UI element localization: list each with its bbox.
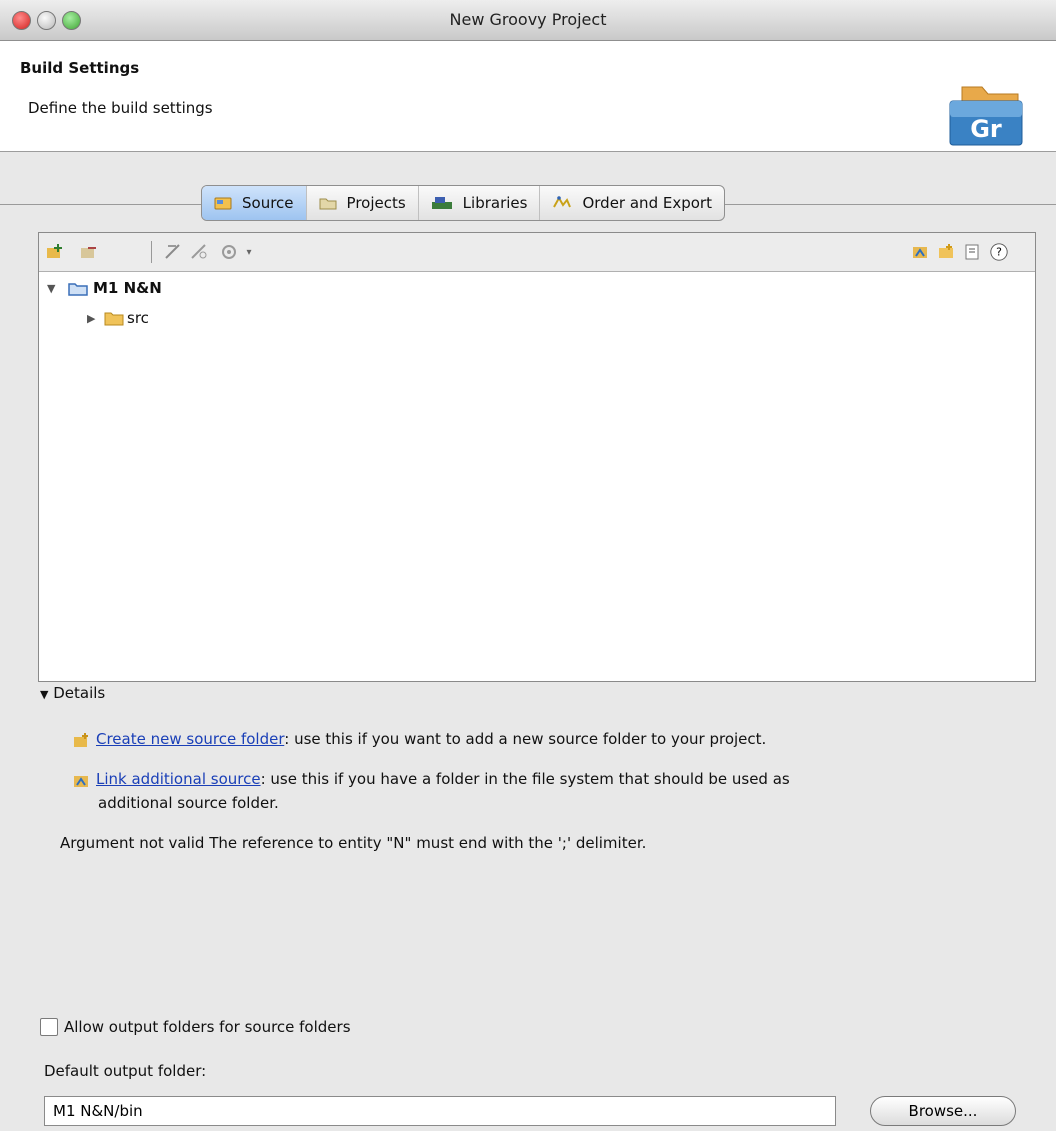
tab-libraries-label: Libraries (462, 194, 528, 212)
groovy-icon-text: Gr (970, 115, 1002, 143)
default-output-folder-input[interactable] (44, 1096, 836, 1126)
configure-output-icon[interactable] (219, 242, 239, 262)
allow-output-folders-label: Allow output folders for source folders (64, 1018, 351, 1036)
tab-projects[interactable]: Projects (307, 186, 419, 220)
help-icon[interactable]: ? (989, 242, 1009, 262)
link-additional-source-link[interactable]: Link additional source (96, 770, 261, 788)
expand-arrow-icon: ▼ (40, 688, 49, 701)
svg-text:?: ? (996, 246, 1002, 259)
toolbar-separator (151, 241, 152, 263)
class-folder-icon[interactable] (963, 242, 983, 262)
edit-filters-icon[interactable] (163, 242, 183, 262)
tab-order-export-label: Order and Export (582, 194, 712, 212)
source-tree-panel: ▾ ? ▼ M1 N&N ▶ src (38, 232, 1036, 682)
new-folder-icon[interactable] (937, 242, 957, 262)
error-message: Argument not valid The reference to enti… (60, 834, 647, 852)
tab-order-export[interactable]: Order and Export (540, 186, 724, 220)
tab-projects-label: Projects (346, 194, 406, 212)
source-folder-icon (104, 312, 124, 326)
source-folder-icon (214, 197, 232, 210)
window-title: New Groovy Project (449, 10, 607, 29)
tree-item-src[interactable]: ▶ src (87, 309, 149, 327)
details-heading: Details (53, 684, 106, 702)
order-export-icon (553, 195, 572, 208)
projects-icon (319, 198, 337, 210)
banner-title: Build Settings (20, 59, 140, 77)
browse-button[interactable]: Browse... (870, 1096, 1016, 1126)
title-bar: New Groovy Project (0, 0, 1056, 41)
collapsed-arrow-icon[interactable]: ▶ (87, 312, 101, 325)
create-source-folder-link[interactable]: Create new source folder (96, 730, 284, 748)
project-icon (68, 283, 88, 296)
groovy-project-icon: Gr (949, 86, 1023, 146)
link-source-icon[interactable] (911, 242, 931, 262)
tab-bar: Source Projects Libraries Order and Expo… (201, 185, 725, 221)
create-source-row: Create new source folder: use this if yo… (72, 728, 766, 750)
wizard-banner: Build Settings Define the build settings… (0, 41, 1056, 152)
chevron-down-icon[interactable]: ▾ (239, 242, 259, 262)
add-source-folder-icon[interactable] (45, 242, 65, 262)
tab-source-label: Source (242, 194, 294, 212)
tab-source[interactable]: Source (202, 186, 307, 220)
project-label: M1 N&N (93, 279, 162, 297)
tree-item-project[interactable]: ▼ M1 N&N (47, 279, 162, 297)
src-label: src (127, 309, 149, 327)
link-source-row: Link additional source: use this if you … (72, 768, 790, 790)
remove-source-folder-icon[interactable] (79, 242, 99, 262)
libraries-icon (431, 197, 452, 209)
link-source-icon (74, 775, 88, 787)
link-source-desc: : use this if you have a folder in the f… (260, 770, 790, 788)
allow-output-folders-checkbox[interactable] (40, 1018, 58, 1036)
default-output-folder-label: Default output folder: (44, 1062, 207, 1080)
allow-output-folders-row[interactable]: Allow output folders for source folders (40, 1018, 351, 1036)
tree-toolbar: ▾ ? (39, 233, 1035, 272)
exclude-folder-icon[interactable] (189, 242, 209, 262)
details-toggle[interactable]: ▼ Details (40, 684, 105, 702)
tab-libraries[interactable]: Libraries (419, 186, 541, 220)
link-source-desc-continued: additional source folder. (98, 794, 279, 812)
banner-subtitle: Define the build settings (28, 99, 213, 117)
expand-arrow-icon[interactable]: ▼ (47, 282, 61, 295)
create-source-desc: : use this if you want to add a new sour… (284, 730, 767, 748)
new-source-folder-icon (74, 732, 88, 747)
